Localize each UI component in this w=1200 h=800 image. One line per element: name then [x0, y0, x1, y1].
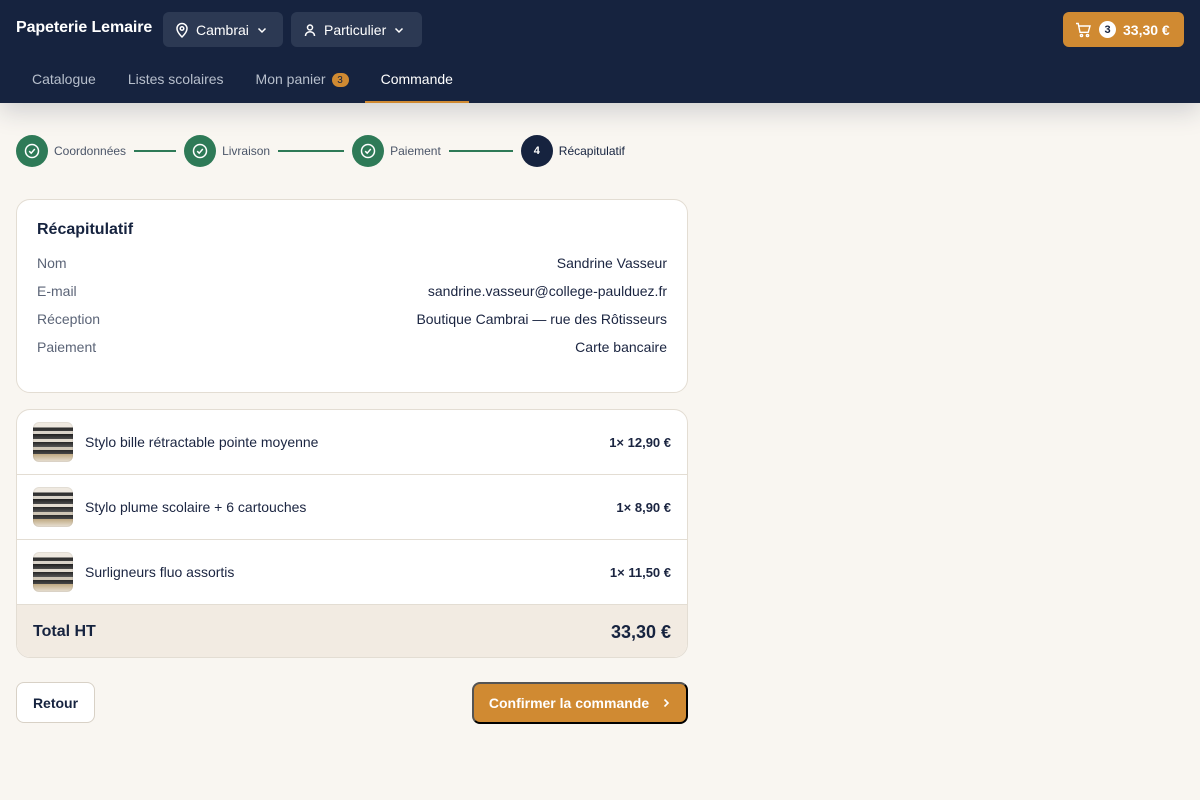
nav-item-label: Catalogue	[32, 71, 96, 87]
list-item: Stylo plume scolaire + 6 cartouches 1× 8…	[17, 475, 687, 540]
step-connector	[448, 150, 513, 152]
summary-key: Paiement	[37, 339, 97, 355]
product-thumbnail	[33, 552, 73, 592]
summary-value: Carte bancaire	[575, 339, 667, 355]
cart-icon	[1076, 22, 1091, 37]
nav-item-listes-scolaires[interactable]: Listes scolaires	[112, 59, 240, 103]
total-label: Total HT	[33, 623, 96, 640]
back-button[interactable]: Retour	[16, 682, 95, 723]
nav-item-commande[interactable]: Commande	[364, 59, 470, 103]
summary-key: Nom	[37, 255, 67, 271]
item-qty-price: 1× 11,50 €	[609, 564, 671, 580]
top-header: Papeterie Lemaire Cambrai Particulier 3 …	[0, 0, 1200, 103]
nav-item-label: Mon panier	[255, 71, 326, 87]
item-name: Surligneurs fluo assortis	[85, 564, 235, 580]
summary-row-reception: Réception Boutique Cambrai — rue des Rôt…	[37, 305, 667, 333]
confirm-order-button[interactable]: Confirmer la commande	[472, 682, 688, 724]
summary-row-nom: Nom Sandrine Vasseur	[37, 249, 667, 277]
step-label: Paiement	[390, 144, 441, 158]
item-name: Stylo plume scolaire + 6 cartouches	[85, 499, 307, 515]
nav-item-label: Listes scolaires	[127, 71, 224, 87]
brand-logo[interactable]: Papeterie Lemaire	[16, 19, 152, 37]
step-label: Coordonnées	[54, 144, 127, 158]
chevron-right-icon	[664, 698, 670, 708]
confirm-label: Confirmer la commande	[488, 695, 650, 711]
nav-item-label: Commande	[380, 71, 453, 87]
step-paiement-check-icon[interactable]	[352, 135, 385, 167]
summary-row-paiement: Paiement Carte bancaire	[37, 333, 667, 361]
step-recapitulatif-number: 4	[520, 135, 553, 167]
location-selector[interactable]: Cambrai	[163, 12, 283, 47]
cart-total: 33,30 €	[1123, 21, 1170, 38]
step-label: Récapitulatif	[558, 144, 625, 158]
summary-value: Boutique Cambrai — rue des Rôtisseurs	[416, 311, 667, 327]
summary-card: Récapitulatif Nom Sandrine Vasseur E-mai…	[16, 199, 688, 393]
cart-count-badge: 3	[1099, 21, 1116, 38]
item-qty-price: 1× 8,90 €	[616, 499, 671, 515]
cart-button[interactable]: 3 33,30 €	[1063, 12, 1184, 47]
step-connector	[278, 150, 345, 152]
step-label: Livraison	[222, 144, 271, 158]
summary-value: Sandrine Vasseur	[556, 255, 667, 271]
location-label: Cambrai	[196, 21, 249, 38]
checkout-stepper: Coordonnées Livraison Paiement 4 Récapit…	[16, 135, 625, 167]
map-pin-icon	[176, 22, 188, 38]
product-thumbnail	[33, 422, 73, 462]
item-name: Stylo bille rétractable pointe moyenne	[85, 434, 319, 450]
summary-key: E-mail	[37, 283, 77, 299]
nav-item-catalogue[interactable]: Catalogue	[16, 59, 112, 103]
profile-label: Particulier	[324, 21, 387, 38]
summary-key: Réception	[37, 311, 101, 327]
chevron-down-icon	[257, 27, 266, 33]
step-livraison-check-icon[interactable]	[184, 135, 217, 167]
summary-row-email: E-mail sandrine.vasseur@college-paulduez…	[37, 277, 667, 305]
main-nav: Catalogue Listes scolaires Mon panier 3 C…	[16, 59, 470, 103]
profile-selector[interactable]: Particulier	[291, 12, 422, 47]
summary-title: Récapitulatif	[37, 221, 134, 238]
order-total: Total HT 33,30 €	[17, 605, 687, 657]
item-qty-price: 1× 12,90 €	[609, 434, 671, 450]
product-thumbnail	[33, 487, 73, 527]
user-icon	[304, 23, 316, 36]
chevron-down-icon	[395, 27, 404, 33]
summary-value: sandrine.vasseur@college-paulduez.fr	[427, 283, 667, 299]
list-item: Surligneurs fluo assortis 1× 11,50 €	[17, 540, 687, 605]
order-items-card: Stylo bille rétractable pointe moyenne 1…	[16, 409, 688, 658]
cart-count-badge: 3	[331, 73, 349, 87]
list-item: Stylo bille rétractable pointe moyenne 1…	[17, 410, 687, 475]
step-coordonnees-check-icon[interactable]	[16, 135, 48, 167]
total-amount: 33,30 €	[610, 621, 671, 642]
nav-item-mon-panier[interactable]: Mon panier 3	[240, 59, 365, 103]
step-connector	[134, 150, 177, 152]
